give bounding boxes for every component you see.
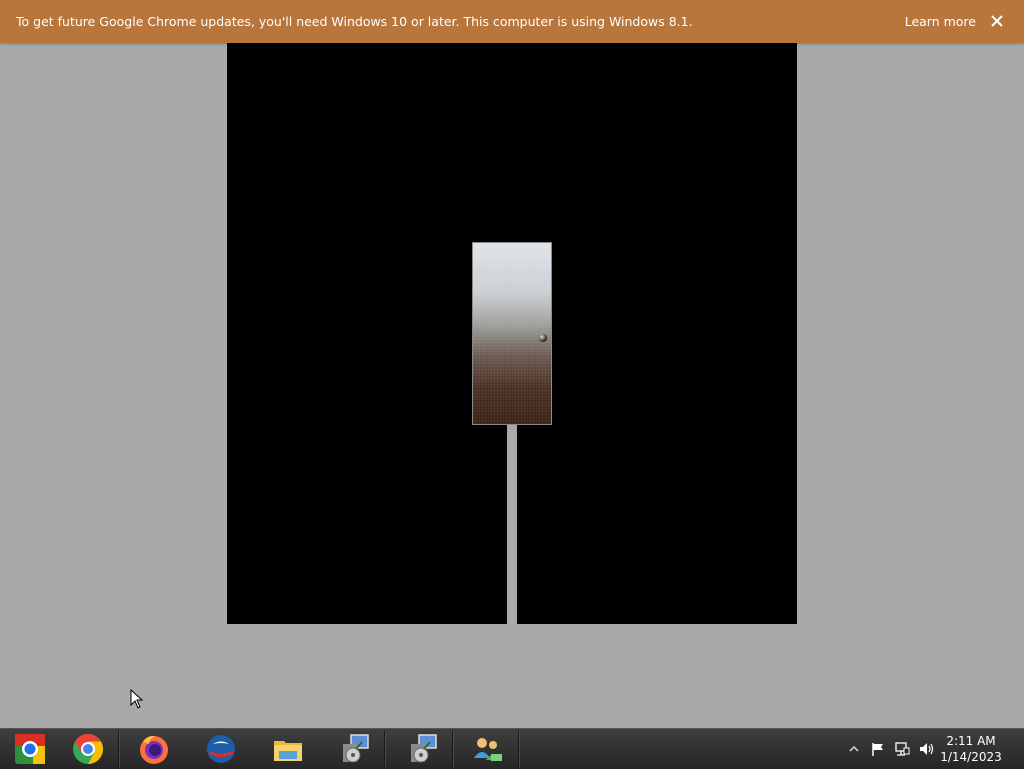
chevron-up-icon[interactable] bbox=[846, 741, 862, 757]
flag-icon[interactable] bbox=[870, 741, 886, 757]
taskbar-clock[interactable]: 2:11 AM 1/14/2023 bbox=[936, 733, 1006, 765]
opera-icon[interactable] bbox=[191, 730, 251, 768]
installer-icon[interactable] bbox=[324, 730, 385, 768]
infobar-message: To get future Google Chrome updates, you… bbox=[16, 14, 693, 29]
door[interactable] bbox=[472, 242, 552, 425]
installer-icon[interactable] bbox=[392, 730, 453, 768]
game-canvas[interactable] bbox=[227, 43, 797, 624]
close-icon[interactable] bbox=[990, 10, 1008, 32]
chromium-icon[interactable] bbox=[0, 730, 60, 768]
learn-more-link[interactable]: Learn more bbox=[905, 14, 976, 29]
clock-date: 1/14/2023 bbox=[940, 750, 1002, 764]
network-icon[interactable] bbox=[894, 741, 910, 757]
firefox-icon[interactable] bbox=[124, 730, 184, 768]
system-tray: 2:11 AM 1/14/2023 bbox=[824, 729, 1024, 769]
mouse-cursor-icon bbox=[130, 689, 144, 709]
path bbox=[507, 425, 517, 624]
volume-icon[interactable] bbox=[918, 741, 934, 757]
file-explorer-icon[interactable] bbox=[258, 730, 318, 768]
door-knob[interactable] bbox=[539, 334, 547, 342]
taskbar: 2:11 AM 1/14/2023 bbox=[0, 728, 1024, 769]
chrome-icon[interactable] bbox=[58, 730, 119, 768]
clock-time: 2:11 AM bbox=[946, 734, 996, 748]
network-users-icon[interactable] bbox=[458, 730, 519, 768]
chrome-update-infobar: To get future Google Chrome updates, you… bbox=[0, 0, 1024, 43]
